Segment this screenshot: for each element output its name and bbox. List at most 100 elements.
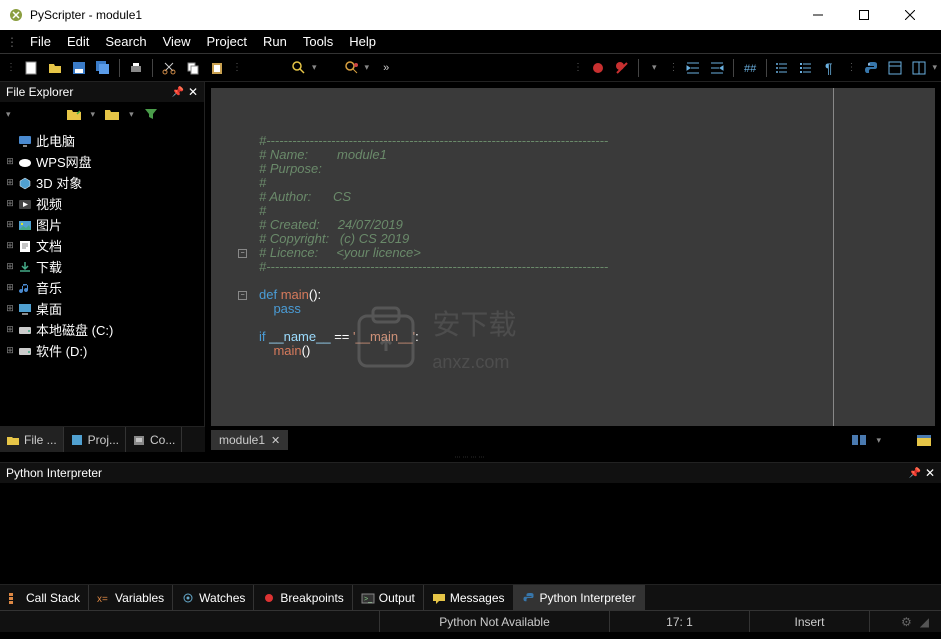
download-icon bbox=[16, 259, 34, 275]
menu-tools[interactable]: Tools bbox=[295, 32, 341, 51]
tree-item[interactable]: ⊞图片 bbox=[4, 214, 200, 235]
bottom-tab-output[interactable]: >_Output bbox=[353, 585, 424, 610]
bottom-tab-call-stack[interactable]: Call Stack bbox=[0, 585, 89, 610]
menu-view[interactable]: View bbox=[155, 32, 199, 51]
expand-icon[interactable]: ⊞ bbox=[4, 345, 16, 356]
layout2-button[interactable] bbox=[908, 57, 930, 79]
menu-project[interactable]: Project bbox=[199, 32, 255, 51]
expand-icon[interactable]: ⊞ bbox=[4, 240, 16, 251]
interpreter-body[interactable] bbox=[0, 483, 941, 584]
copy-button[interactable] bbox=[182, 57, 204, 79]
tree-item[interactable]: ⊞文档 bbox=[4, 235, 200, 256]
find-replace-button[interactable] bbox=[341, 57, 363, 79]
tree-label: 桌面 bbox=[36, 299, 62, 318]
status-cursor-pos: 17: 1 bbox=[610, 611, 750, 632]
disk-icon bbox=[16, 322, 34, 338]
sidebar-tab[interactable]: Co... bbox=[126, 427, 182, 452]
close-panel-icon[interactable]: ✕ bbox=[925, 466, 935, 480]
expand-icon[interactable]: ⊞ bbox=[4, 261, 16, 272]
tree-item[interactable]: ⊞音乐 bbox=[4, 277, 200, 298]
tab-icon bbox=[262, 592, 276, 604]
sidebar-tabs: File ...Proj... Co... bbox=[0, 426, 205, 452]
menu-file[interactable]: File bbox=[22, 32, 59, 51]
tree-label: 视频 bbox=[36, 194, 62, 213]
print-button[interactable] bbox=[125, 57, 147, 79]
code-editor[interactable]: −− #------------------------------------… bbox=[211, 88, 935, 426]
status-extras: ⚙ ◢ bbox=[870, 611, 941, 632]
expand-icon[interactable]: ⊞ bbox=[4, 282, 16, 293]
bottom-tab-messages[interactable]: Messages bbox=[424, 585, 514, 610]
tree-item[interactable]: ⊞下载 bbox=[4, 256, 200, 277]
new-file-button[interactable] bbox=[20, 57, 42, 79]
open-file-button[interactable] bbox=[44, 57, 66, 79]
status-python: Python Not Available bbox=[380, 611, 610, 632]
tree-item[interactable]: ⊞ 软件 (D:) bbox=[4, 340, 200, 361]
cut-button[interactable] bbox=[158, 57, 180, 79]
gear-icon[interactable]: ⚙ bbox=[901, 615, 912, 629]
list1-button[interactable] bbox=[772, 57, 794, 79]
sidebar-tab[interactable]: Proj... bbox=[64, 427, 126, 452]
expand-icon[interactable]: ⊞ bbox=[4, 303, 16, 314]
folder-nav-button[interactable] bbox=[63, 103, 85, 125]
paragraph-button[interactable]: ¶ bbox=[820, 57, 842, 79]
tree-item[interactable]: ⊞3D 对象 bbox=[4, 172, 200, 193]
save-all-button[interactable] bbox=[92, 57, 114, 79]
indent-button[interactable] bbox=[682, 57, 704, 79]
back-dropdown-icon[interactable]: ▾ bbox=[6, 109, 11, 120]
close-panel-icon[interactable]: ✕ bbox=[188, 85, 198, 99]
tree-item[interactable]: ⊞WPS网盘 bbox=[4, 151, 200, 172]
minimize-button[interactable] bbox=[795, 0, 841, 30]
tab-icon: x= bbox=[97, 592, 111, 604]
menu-help[interactable]: Help bbox=[341, 32, 384, 51]
tree-label: 软件 (D:) bbox=[36, 341, 87, 360]
record-button[interactable] bbox=[587, 57, 609, 79]
stop-record-button[interactable] bbox=[611, 57, 633, 79]
maximize-button[interactable] bbox=[841, 0, 887, 30]
dedent-button[interactable] bbox=[706, 57, 728, 79]
editor-tab-module1[interactable]: module1 ✕ bbox=[211, 430, 288, 450]
menu-edit[interactable]: Edit bbox=[59, 32, 97, 51]
python-interpreter-panel: Python Interpreter 📌 ✕ bbox=[0, 462, 941, 584]
find-button[interactable] bbox=[288, 57, 310, 79]
file-tree[interactable]: 此电脑⊞WPS网盘⊞3D 对象⊞视频⊞图片⊞文档⊞下载⊞音乐⊞桌面⊞本地磁盘 (… bbox=[0, 126, 204, 426]
tab-label: Call Stack bbox=[26, 591, 80, 605]
filter-button[interactable] bbox=[140, 103, 162, 125]
expand-icon[interactable]: ⊞ bbox=[4, 219, 16, 230]
tree-item[interactable]: 此电脑 bbox=[4, 130, 200, 151]
comment-button[interactable]: ## bbox=[739, 57, 761, 79]
code-area[interactable]: #---------------------------------------… bbox=[251, 88, 935, 426]
bottom-tab-variables[interactable]: x=Variables bbox=[89, 585, 173, 610]
bottom-tab-breakpoints[interactable]: Breakpoints bbox=[254, 585, 352, 610]
menu-search[interactable]: Search bbox=[97, 32, 154, 51]
sidebar-tab[interactable]: File ... bbox=[0, 427, 64, 452]
splitter[interactable]: ⋯⋯⋯⋯ bbox=[0, 454, 941, 462]
tree-item[interactable]: ⊞本地磁盘 (C:) bbox=[4, 319, 200, 340]
tab-label: Co... bbox=[150, 433, 175, 447]
tab-close-icon[interactable]: ✕ bbox=[271, 434, 280, 447]
pin-icon[interactable]: 📌 bbox=[908, 468, 920, 479]
python-button[interactable] bbox=[860, 57, 882, 79]
expand-icon[interactable]: ⊞ bbox=[4, 156, 16, 167]
pc-icon bbox=[16, 133, 34, 149]
bottom-tab-watches[interactable]: Watches bbox=[173, 585, 254, 610]
list2-button[interactable] bbox=[796, 57, 818, 79]
folder-button[interactable] bbox=[101, 103, 123, 125]
window-button[interactable] bbox=[913, 429, 935, 451]
save-button[interactable] bbox=[68, 57, 90, 79]
bottom-tab-python-interpreter[interactable]: Python Interpreter bbox=[514, 585, 645, 610]
resize-grip-icon[interactable]: ◢ bbox=[920, 615, 929, 629]
expand-icon[interactable]: ⊞ bbox=[4, 324, 16, 335]
expand-icon[interactable]: ⊞ bbox=[4, 198, 16, 209]
tree-item[interactable]: ⊞ 视频 bbox=[4, 193, 200, 214]
tree-item[interactable]: ⊞ 桌面 bbox=[4, 298, 200, 319]
menu-run[interactable]: Run bbox=[255, 32, 295, 51]
expand-icon[interactable]: ⊞ bbox=[4, 177, 16, 188]
pin-icon[interactable]: 📌 bbox=[171, 87, 183, 98]
tree-label: 此电脑 bbox=[36, 131, 75, 150]
tab-icon bbox=[132, 434, 146, 446]
close-button[interactable] bbox=[887, 0, 933, 30]
layout1-button[interactable] bbox=[884, 57, 906, 79]
paste-button[interactable] bbox=[206, 57, 228, 79]
split-button[interactable] bbox=[848, 429, 870, 451]
toolbar-overflow-icon[interactable]: » bbox=[383, 62, 389, 74]
